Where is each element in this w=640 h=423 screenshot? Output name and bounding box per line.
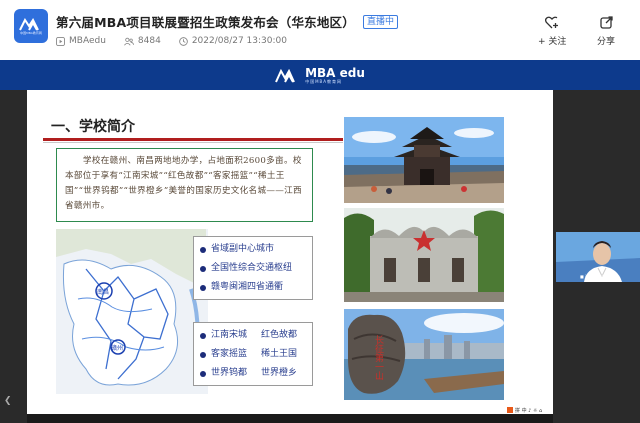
features-box: 省域副中心城市 全国性综合交通枢纽 赣粤闽湘四省通衢 <box>193 236 313 300</box>
feature-item: 赣粤闽湘四省通衢 <box>200 278 306 297</box>
logo-caption: 中国MBA教育网 <box>20 31 42 35</box>
titles-box: 江南宋城 红色故都 客家摇篮 稀土王国 世界钨都 世界橙乡 <box>193 322 313 386</box>
views-count: 8484 <box>137 36 161 46</box>
logo-icon <box>19 18 39 31</box>
follow-label: + 关注 <box>538 37 567 47</box>
bullet-icon <box>200 332 206 339</box>
heading-rule-thin <box>43 142 343 143</box>
ime-toolbar-label: 拼 中 ♪ ☼ ⌂ <box>515 407 543 414</box>
stream-datetime: 2022/08/27 13:30:00 <box>191 36 287 46</box>
bullet-icon <box>200 265 206 272</box>
play-icon <box>56 36 65 46</box>
clock-icon <box>178 36 188 46</box>
feature-item: 省域副中心城市 <box>200 240 306 259</box>
brand-name: MBA edu <box>305 66 365 80</box>
channel-logo[interactable]: 中国MBA教育网 <box>14 9 48 43</box>
left-sidebar <box>0 90 27 423</box>
title-item: 客家摇篮 稀土王国 <box>200 345 306 364</box>
feature-text: 全国性综合交通枢纽 <box>211 263 293 273</box>
share-label: 分享 <box>597 37 616 47</box>
title-item: 江南宋城 红色故都 <box>200 326 306 345</box>
slide-heading: 一、学校简介 <box>51 119 135 135</box>
author-name: MBAedu <box>69 36 106 46</box>
views-item: 8484 <box>123 36 161 46</box>
heading-rule <box>43 138 343 141</box>
mba-logo-icon <box>275 69 295 83</box>
title-b: 红色故都 <box>261 330 298 340</box>
map-city-label-2: 赣州 <box>111 344 123 352</box>
title-row: 第六届MBA项目联展暨招生政策发布会（华东地区） 直播中 <box>56 12 398 31</box>
title-a: 江南宋城 <box>211 330 248 340</box>
intro-textbox: 学校在赣州、南昌两地地办学，占地面积2600多亩。校本部位于享有“江南宋城”“红… <box>56 148 313 222</box>
title-b: 世界橙乡 <box>261 368 298 378</box>
follow-icon <box>545 16 559 29</box>
live-badge: 直播中 <box>362 14 398 29</box>
ime-toolbar[interactable]: 拼 中 ♪ ☼ ⌂ <box>507 406 551 414</box>
region-map: 南昌 赣州 <box>56 229 208 394</box>
title-a: 客家摇篮 <box>211 349 248 359</box>
ime-logo-icon <box>507 407 513 413</box>
map-city-label: 南昌 <box>97 288 109 296</box>
chevron-icon[interactable]: ❮ <box>4 396 16 406</box>
meta-row: MBAedu 8484 2022/08/27 13:30:00 <box>56 36 305 46</box>
rock-photo: 长征第一山 <box>344 309 504 400</box>
bullet-icon <box>200 246 206 253</box>
page-title: 第六届MBA项目联展暨招生政策发布会（华东地区） <box>56 15 355 30</box>
feature-text: 省域副中心城市 <box>211 244 275 254</box>
title-item: 世界钨都 世界橙乡 <box>200 364 306 383</box>
bullet-icon <box>200 351 206 358</box>
share-icon <box>599 16 613 29</box>
feature-item: 全国性综合交通枢纽 <box>200 259 306 278</box>
app-header: 中国MBA教育网 第六届MBA项目联展暨招生政策发布会（华东地区） 直播中 MB… <box>0 0 640 60</box>
author-item[interactable]: MBAedu <box>56 36 106 46</box>
camera-label: ■ 江西理工大学 <box>580 274 610 279</box>
bullet-icon <box>200 284 206 291</box>
bullet-icon <box>200 370 206 377</box>
brand-logo: MBA edu 中国MBA教育网 <box>0 62 640 90</box>
pavilion-photo <box>344 117 504 203</box>
datetime-item: 2022/08/27 13:30:00 <box>178 36 287 46</box>
map-image: 南昌 赣州 <box>56 229 208 394</box>
rock-inscription: 长征第一山 <box>373 334 384 380</box>
memorial-hall-photo <box>344 208 504 302</box>
presentation-slide: 一、学校简介 学校在赣州、南昌两地地办学，占地面积2600多亩。校本部位于享有“… <box>27 90 553 414</box>
people-icon <box>123 37 134 46</box>
title-a: 世界钨都 <box>211 368 248 378</box>
share-button[interactable]: 分享 <box>597 16 615 47</box>
title-b: 稀土王国 <box>261 349 298 359</box>
feature-text: 赣粤闽湘四省通衢 <box>211 282 284 292</box>
follow-button[interactable]: + 关注 <box>538 16 566 47</box>
